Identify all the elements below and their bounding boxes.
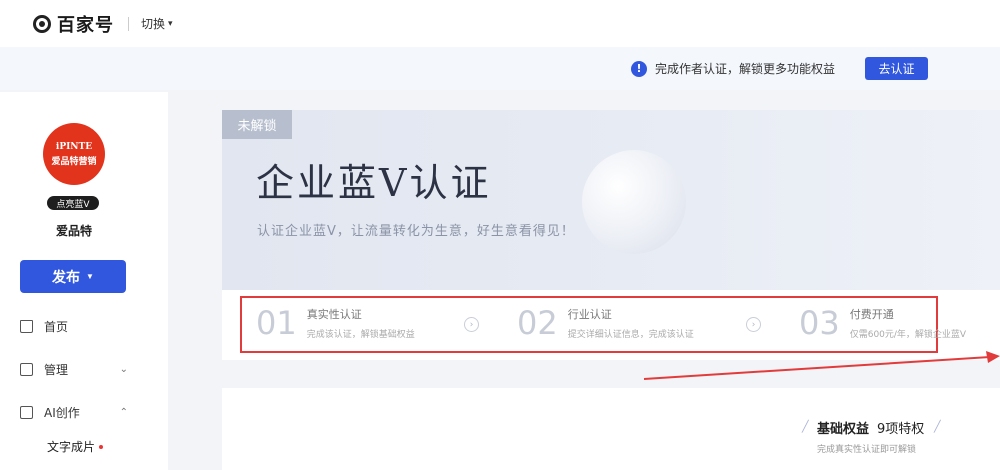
- step-title: 行业认证: [567, 308, 612, 321]
- step-title: 付费开通: [849, 308, 894, 321]
- switch-label: 切换: [141, 17, 166, 31]
- logo-text: 百家号: [57, 14, 114, 36]
- step-number: 01: [256, 304, 297, 342]
- divider: [128, 16, 129, 31]
- logo-icon: [33, 14, 51, 33]
- chevron-down-icon: ▾: [168, 18, 173, 29]
- step-1[interactable]: 01 真实性认证 完成该认证，解锁基础权益: [256, 304, 415, 342]
- go-verify-button[interactable]: 去认证: [865, 57, 928, 80]
- baijiahao-logo[interactable]: 百家号: [33, 11, 114, 37]
- new-dot-indicator: [99, 444, 104, 449]
- publish-button[interactable]: 发布 ▼: [20, 260, 126, 293]
- step-desc: 提交详细认证信息，完成该认证: [567, 330, 694, 340]
- avatar-line1: iPINTE: [55, 141, 93, 152]
- benefits-subtitle: 完成真实性认证即可解锁: [817, 445, 917, 455]
- step-title: 真实性认证: [306, 308, 362, 321]
- home-icon: [20, 320, 33, 333]
- sidebar-subitem-text-to-video[interactable]: 文字成片: [47, 438, 104, 455]
- avatar[interactable]: iPINTE 爱品特营销: [43, 123, 105, 185]
- sidebar: iPINTE 爱品特营销 点亮蓝V 爱品特 发布 ▼ 首页 管理 ⌄ AI创作 …: [0, 92, 168, 470]
- sidebar-item-home[interactable]: 首页: [20, 318, 128, 335]
- caret-down-icon: ▼: [86, 272, 94, 281]
- chevron-right-icon: ›: [746, 317, 761, 332]
- steps-highlight-box: 01 真实性认证 完成该认证，解锁基础权益 › 02 行业认证 提交详细认证信息…: [240, 296, 966, 353]
- chevron-down-icon: ⌄: [119, 364, 128, 375]
- avatar-line2: 爱品特营销: [51, 156, 97, 167]
- benefits-title: 基础权益: [817, 422, 870, 437]
- top-bar: 百家号 切换 ▾: [0, 0, 1000, 47]
- step-desc: 完成该认证，解锁基础权益: [306, 330, 415, 340]
- step-desc: 仅需600元/年，解锁企业蓝V: [849, 330, 967, 340]
- decorative-orb: [582, 150, 686, 254]
- notice-text: 完成作者认证，解锁更多功能权益: [654, 62, 835, 76]
- verification-card: 未解锁 企业蓝V认证 认证企业蓝V，让流量转化为生意，好生意看得见！ 01 真实…: [222, 110, 1000, 360]
- step-3[interactable]: 03 付费开通 仅需600元/年，解锁企业蓝V: [799, 304, 966, 342]
- blue-v-badge[interactable]: 点亮蓝V: [47, 196, 99, 210]
- sidebar-item-label: 管理: [44, 363, 69, 377]
- warning-icon: !: [630, 60, 647, 77]
- hero-subtitle: 认证企业蓝V，让流量转化为生意，好生意看得见！: [257, 224, 575, 239]
- sidebar-subitem-label: 文字成片: [47, 440, 96, 454]
- decor-slash-icon: ╱: [934, 420, 941, 433]
- publish-label: 发布: [52, 268, 81, 285]
- sidebar-item-label: AI创作: [44, 406, 80, 420]
- benefits-count: 9项特权: [877, 422, 925, 437]
- hero-title: 企业蓝V认证: [256, 161, 492, 205]
- sidebar-item-manage[interactable]: 管理 ⌄: [20, 361, 128, 378]
- notice-bar: ! 完成作者认证，解锁更多功能权益 去认证: [0, 47, 1000, 90]
- sidebar-item-ai-create[interactable]: AI创作 ⌃: [20, 404, 128, 421]
- sidebar-item-label: 首页: [44, 320, 69, 334]
- chevron-up-icon: ⌃: [119, 407, 128, 418]
- status-tag: 未解锁: [222, 110, 292, 139]
- step-number: 03: [799, 304, 840, 342]
- chevron-right-icon: ›: [464, 317, 479, 332]
- decor-slash-icon: ╱: [802, 420, 809, 433]
- step-2[interactable]: 02 行业认证 提交详细认证信息，完成该认证: [517, 304, 694, 342]
- arrow-line: [643, 356, 991, 380]
- switch-account-button[interactable]: 切换 ▾: [141, 15, 173, 32]
- hero-banner: 未解锁 企业蓝V认证 认证企业蓝V，让流量转化为生意，好生意看得见！: [222, 110, 1000, 290]
- step-number: 02: [517, 304, 558, 342]
- manage-icon: [20, 363, 33, 376]
- ai-icon: [20, 406, 33, 419]
- username: 爱品特: [55, 224, 92, 238]
- benefits-card: ╱ 基础权益 9项特权 ╱ 完成真实性认证即可解锁: [222, 388, 1000, 470]
